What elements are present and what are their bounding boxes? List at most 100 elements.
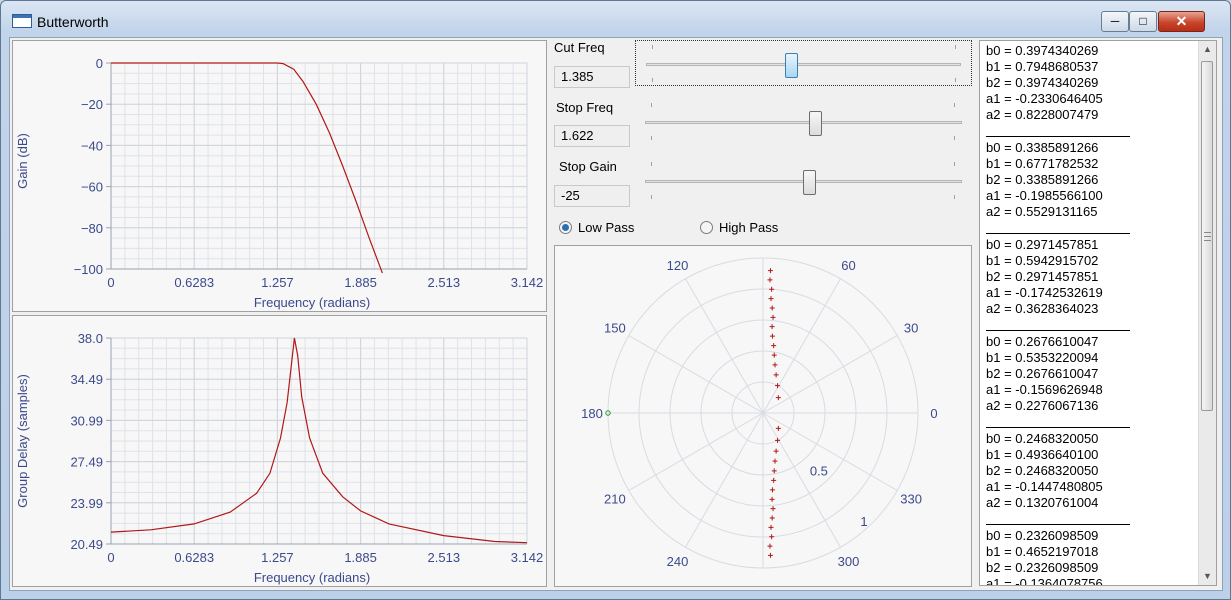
scrollbar-grip-icon [1204,232,1211,241]
polar-angle-label: 210 [604,492,626,507]
cut-freq-slider-thumb[interactable] [784,53,798,78]
gain-x-tick-label: 2.513 [428,275,461,290]
gain-y-tick-label: 0 [96,56,103,71]
coefficient-line: a1 = -0.1364078756 [986,576,1103,586]
coefficient-line: b2 = 0.3974340269 [986,75,1099,90]
app-window: Butterworth ─ □ ✕ 0 −20 −40 −60 −80 −100 0 0.6… [0,0,1231,600]
cut-freq-slider[interactable] [635,40,972,86]
pole-marker [769,515,775,521]
close-button[interactable]: ✕ [1158,11,1205,32]
stop-gain-label: Stop Gain [559,159,617,174]
coefficient-line: b2 = 0.2971457851 [986,269,1099,284]
minimize-button[interactable]: ─ [1101,11,1129,32]
scroll-down-arrow-icon[interactable]: ▼ [1199,568,1216,585]
pole-marker [769,496,775,502]
coefficient-line: a2 = 0.3628364023 [986,301,1099,316]
coefficient-line: b0 = 0.2676610047 [986,334,1099,349]
scrollbar-thumb[interactable] [1201,61,1213,411]
coefficient-line: b2 = 0.2468320050 [986,463,1099,478]
pole-marker [771,352,777,358]
coefficient-line: a2 = 0.5529131165 [986,204,1098,219]
polar-grid-spoke [685,278,764,414]
vertical-scrollbar[interactable]: ▲ ▼ [1198,41,1216,585]
polar-grid-spoke [628,335,764,414]
pole-marker [772,458,778,464]
cut-freq-slider-tick-end-bottom [955,78,956,82]
cut-freq-slider-tick-start-bottom [652,78,653,82]
low-pass-radio[interactable] [559,221,572,234]
delay-x-axis-label: Frequency (radians) [254,570,370,585]
delay-y-tick-label: 38.0 [78,331,103,346]
pole-marker [773,448,779,454]
delay-x-tick-label: 1.885 [344,550,377,565]
polar-angle-label: 240 [667,554,689,569]
coefficients-list-panel[interactable]: b0 = 0.3974340269 b1 = 0.7948680537 b2 = 0… [979,40,1217,586]
polar-angle-label: 180 [581,406,603,421]
coefficient-separator [986,220,1130,234]
coefficient-line: b1 = 0.4936640100 [986,447,1099,462]
stop-gain-slider[interactable] [635,158,972,204]
maximize-button[interactable]: □ [1129,11,1157,32]
coefficient-line: b0 = 0.3385891266 [986,140,1099,155]
coefficient-line: b1 = 0.4652197018 [986,544,1099,559]
stop-freq-slider-thumb[interactable] [809,111,823,136]
gain-x-tick-label: 3.142 [511,275,544,290]
low-pass-label[interactable]: Low Pass [578,220,634,235]
stop-freq-slider-tick-start [651,103,652,107]
pole-zero-plot: 0 30 60 120 150 180 210 240 300 330 0.5 1 [581,257,938,569]
delay-x-tick-label: 2.513 [428,550,461,565]
delay-y-tick-label: 20.49 [70,537,103,552]
gain-y-tick-label: −40 [81,138,103,153]
coefficient-line: b2 = 0.2326098509 [986,560,1099,575]
stop-freq-slider-tick-end [954,103,955,107]
coefficient-line: b1 = 0.6771782532 [986,156,1099,171]
high-pass-radio[interactable] [700,221,713,234]
coefficient-line: b1 = 0.7948680537 [986,59,1099,74]
coefficient-line: b0 = 0.2468320050 [986,431,1099,446]
pole-marker [771,468,777,474]
title-bar[interactable]: Butterworth ─ □ ✕ [1,1,1230,37]
pole-marker [773,372,779,378]
coefficient-separator [986,511,1130,525]
coefficient-line: a2 = 0.2276067136 [986,398,1099,413]
window-title: Butterworth [37,14,109,30]
delay-x-tick-label: 1.257 [261,550,294,565]
pole-marker [767,543,773,549]
cut-freq-slider-track [646,63,961,66]
scroll-up-arrow-icon[interactable]: ▲ [1199,41,1216,58]
coefficient-separator [986,414,1130,428]
pole-marker [767,277,773,283]
polar-angle-label: 150 [604,321,626,336]
pole-marker [768,296,774,302]
pole-marker [769,305,775,311]
coefficient-line: a1 = -0.2330646405 [986,91,1103,106]
stop-gain-slider-tick-start-bottom [651,195,652,199]
close-icon: ✕ [1175,13,1188,29]
gain-y-axis-label: Gain (dB) [15,133,30,189]
stop-freq-value[interactable]: 1.622 [554,125,630,147]
client-area: 0 −20 −40 −60 −80 −100 0 0.6283 1.257 1.885 2.513… [9,37,1223,591]
pole-marker [771,343,777,349]
gain-x-tick-label: 0 [107,275,114,290]
polar-angle-label: 30 [904,321,918,336]
pole-marker [771,477,777,483]
stop-gain-slider-thumb[interactable] [803,170,817,195]
coefficients-list: b0 = 0.3974340269 b1 = 0.7948680537 b2 = 0… [986,43,1186,586]
cut-freq-label: Cut Freq [554,40,605,55]
stop-gain-value[interactable]: -25 [554,185,630,207]
pole-marker [770,314,776,320]
coefficient-separator [986,317,1130,331]
polar-angle-label: 300 [838,554,860,569]
stop-freq-slider[interactable] [635,99,972,145]
coefficient-line: b2 = 0.2676610047 [986,366,1099,381]
pole-marker [767,552,773,558]
pole-zero-plot-panel: 0 30 60 120 150 180 210 240 300 330 0.5 1 [554,245,972,587]
high-pass-label[interactable]: High Pass [719,220,778,235]
maximize-icon: □ [1139,14,1147,28]
cut-freq-value[interactable]: 1.385 [554,66,630,88]
gain-x-tick-label: 1.257 [261,275,294,290]
coefficient-line: b0 = 0.2326098509 [986,528,1099,543]
delay-y-tick-label: 30.99 [70,413,103,428]
gain-chart: 0 −20 −40 −60 −80 −100 0 0.6283 1.257 1.885 2.513… [15,56,544,310]
polar-angle-label: 60 [841,258,855,273]
